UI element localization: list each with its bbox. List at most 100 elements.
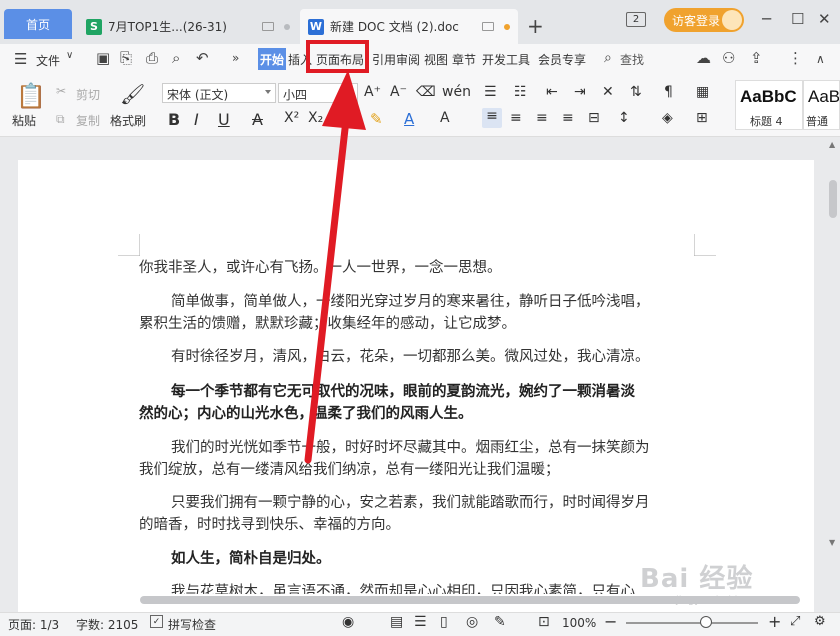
zoom-level[interactable]: 100% [562, 616, 596, 630]
font-color-icon[interactable]: A [404, 110, 414, 128]
tab-home[interactable]: 首页 [4, 9, 72, 39]
margin-corner-tr [694, 234, 716, 256]
upload-icon[interactable]: ⇪ [750, 49, 763, 67]
close-icon[interactable]: ✕ [818, 10, 831, 28]
print-preview-icon[interactable]: ⌕ [172, 49, 180, 67]
menu-view[interactable]: 视图 [424, 51, 448, 68]
zoom-slider-knob[interactable] [700, 616, 712, 628]
scroll-down-icon[interactable]: ▼ [829, 538, 835, 547]
cut-button[interactable]: 剪切 [76, 86, 100, 103]
menu-vip[interactable]: 会员专享 [538, 51, 586, 68]
zoom-out-icon[interactable]: − [604, 612, 617, 631]
copy-icon[interactable]: ⧉ [56, 112, 65, 127]
menu-file[interactable]: 文件 [36, 52, 60, 69]
window-count-icon[interactable]: 2 [626, 12, 646, 27]
shrink-font-icon[interactable]: A⁻ [390, 84, 407, 100]
zoom-in-icon[interactable]: + [768, 612, 781, 631]
hamburger-icon[interactable]: ☰ [14, 50, 27, 68]
underline-icon[interactable]: U [218, 110, 230, 129]
checkbox-icon[interactable]: ✓ [150, 615, 163, 628]
undo-icon[interactable]: ↶ [196, 49, 209, 67]
italic-icon[interactable]: I [194, 110, 199, 129]
spreadsheet-icon: S [86, 18, 102, 35]
justify-icon[interactable]: ≡ [562, 110, 574, 126]
cut-icon[interactable]: ✂ [56, 84, 66, 98]
save-icon[interactable]: ▣ [96, 49, 110, 67]
align-right-icon[interactable]: ≡ [536, 110, 548, 126]
share-user-icon[interactable]: ⚇ [722, 49, 735, 67]
reading-view-icon[interactable]: ▯ [440, 614, 448, 630]
more-chevron-icon[interactable]: » [232, 51, 239, 65]
font-name-select[interactable]: 宋体 (正文) [162, 83, 276, 103]
indent-increase-icon[interactable]: ⇥ [574, 84, 586, 100]
menu-chapter[interactable]: 章节 [452, 51, 476, 68]
new-tab-button[interactable]: + [527, 14, 544, 38]
eye-icon[interactable]: ◉ [342, 614, 354, 630]
more-icon[interactable]: ⋮ [788, 49, 803, 67]
visitor-login-button[interactable]: 访客登录 [664, 8, 744, 32]
align-center-icon[interactable]: ≡ [510, 110, 522, 126]
paragraph: 我们的时光恍如季节一般，时好时坏尽藏其中。烟雨红尘，总有一抹笑颜为 [171, 440, 650, 456]
bullet-list-icon[interactable]: ☰ [484, 84, 497, 100]
chinese-layout-icon[interactable]: ✕ [602, 84, 614, 100]
distribute-icon[interactable]: ⊟ [588, 110, 600, 126]
menu-dev-tools[interactable]: 开发工具 [482, 51, 530, 68]
page-view-icon[interactable]: ▤ [390, 614, 403, 630]
settings-icon[interactable]: ⚙ [814, 614, 826, 629]
web-view-icon[interactable]: ◎ [466, 614, 478, 630]
page-indicator[interactable]: 页面: 1/3 [8, 616, 59, 633]
export-icon[interactable]: ⎘ [120, 49, 132, 67]
phonetic-icon[interactable]: wén [442, 84, 471, 100]
align-left-icon[interactable]: ≡ [482, 108, 502, 128]
minimize-icon[interactable]: ─ [762, 10, 771, 28]
sort-icon[interactable]: ⇅ [630, 84, 642, 100]
copy-button[interactable]: 复制 [76, 112, 100, 129]
horizontal-scrollbar[interactable] [140, 596, 800, 604]
chevron-down-icon[interactable]: ∨ [66, 50, 73, 61]
clear-format-icon[interactable]: ⌫ [416, 84, 436, 100]
zoom-slider[interactable] [626, 622, 758, 624]
paragraph: 我们绽放，总有一缕清风给我们纳凉，总有一缕阳光让我们温暖； [139, 462, 560, 478]
numbered-list-icon[interactable]: ☷ [514, 84, 527, 100]
scroll-up-icon[interactable]: ▲ [829, 140, 835, 149]
word-count[interactable]: 字数: 2105 [76, 616, 138, 633]
font-name-value: 宋体 (正文) [167, 88, 229, 102]
outline-view-icon[interactable]: ☰ [414, 614, 427, 630]
tab-document-1[interactable]: S 7月TOP1生...(26-31) [78, 9, 298, 44]
highlight-color-icon[interactable]: ✎ [370, 110, 383, 128]
collapse-icon[interactable]: ∧ [816, 52, 825, 66]
scroll-thumb[interactable] [829, 180, 837, 218]
style-heading-4[interactable]: AaBbC 标题 4 [735, 80, 803, 130]
format-painter-button[interactable]: 格式刷 [110, 112, 146, 129]
strikethrough-icon[interactable]: A [252, 110, 263, 129]
search-icon[interactable]: ⌕ [604, 50, 612, 66]
menu-start[interactable]: 开始 [258, 48, 286, 70]
fullscreen-icon[interactable]: ⤢ [790, 614, 800, 629]
maximize-icon[interactable]: ☐ [791, 10, 804, 28]
style-sample-2: AaB [808, 87, 840, 106]
tab-document-2[interactable]: W 新建 DOC 文档 (2).doc [300, 9, 518, 44]
vertical-scrollbar[interactable]: ▲ ▼ [826, 138, 840, 612]
show-marks-icon[interactable]: ¶ [664, 84, 673, 100]
spellcheck-button[interactable]: 拼写检查 [168, 616, 216, 633]
border-icon[interactable]: ⊞ [696, 110, 708, 126]
menu-review[interactable]: 审阅 [396, 51, 420, 68]
menu-reference[interactable]: 引用 [372, 51, 396, 68]
paste-button[interactable]: 粘贴 [12, 112, 36, 129]
paste-icon[interactable]: 📋 [16, 82, 46, 110]
line-spacing-icon[interactable]: ↕ [618, 110, 630, 126]
format-painter-icon[interactable]: 🖌 [120, 82, 145, 106]
cloud-icon[interactable]: ☁ [696, 49, 711, 67]
style-normal[interactable]: AaB 普通 [803, 80, 840, 130]
search-label[interactable]: 查找 [620, 51, 644, 68]
fit-page-icon[interactable]: ⊡ [538, 614, 550, 630]
paragraph: 每一个季节都有它无可取代的况味，眼前的夏韵流光，婉约了一颗消暑淡 [171, 383, 635, 400]
table-icon[interactable]: ▦ [696, 84, 709, 100]
shading-icon[interactable]: ◈ [662, 110, 673, 126]
char-border-icon[interactable]: A [440, 110, 450, 126]
style-sample: AaBbC [740, 87, 797, 106]
pen-icon[interactable]: ✎ [494, 614, 506, 630]
print-icon[interactable]: ⎙ [146, 49, 158, 67]
bold-icon[interactable]: B [168, 110, 180, 129]
indent-decrease-icon[interactable]: ⇤ [546, 84, 558, 100]
